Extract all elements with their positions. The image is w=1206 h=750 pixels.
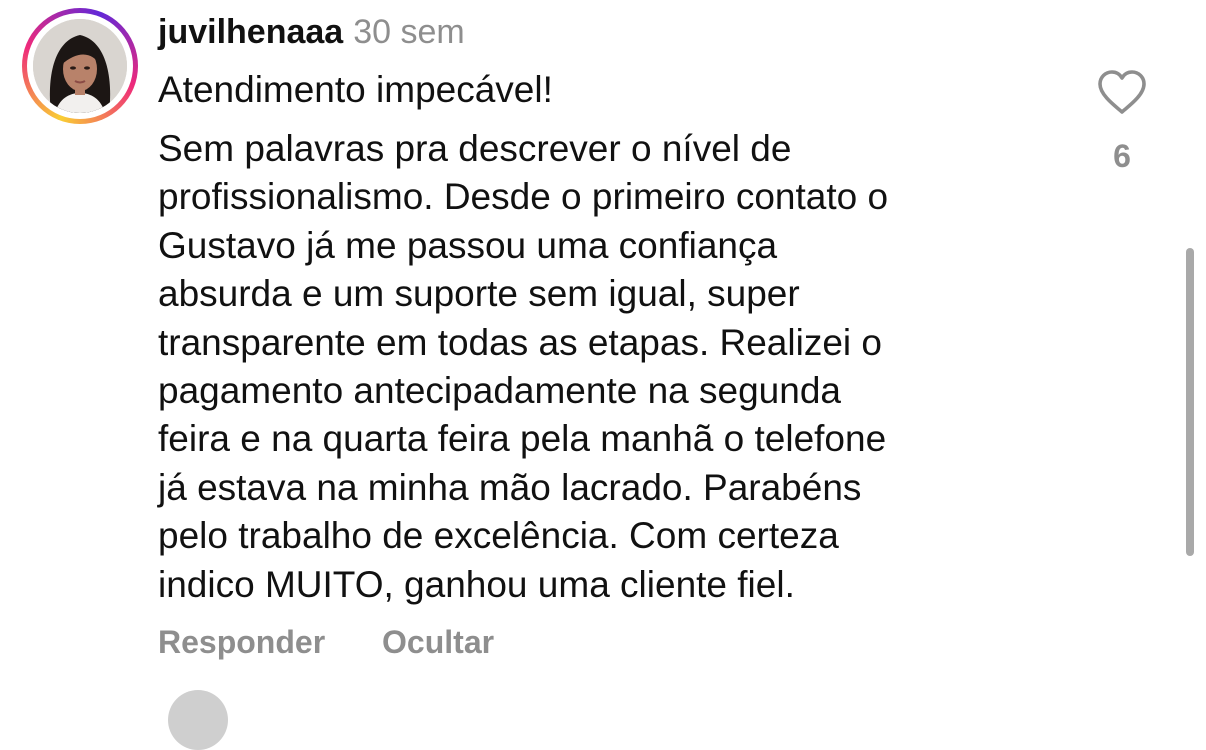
comment-item: juvilhenaaa 30 sem Atendimento impecável!… [0,0,1206,750]
comment-body-line: absurda e um suporte sem igual, super [158,273,800,315]
comment-body-line: transparente em todas as etapas. Realize… [158,321,882,363]
comment-actions: Responder Ocultar [158,622,494,662]
reply-button[interactable]: Responder [158,622,325,662]
comment-body: Sem palavras pra descrever o nível de pr… [158,125,1058,609]
like-control: 6 [1092,68,1152,176]
next-comment-avatar[interactable] [168,690,228,750]
comment-body-line: Gustavo já me passou uma confiança [158,224,778,266]
comment-body-line: pelo trabalho de excelência. Com certeza [158,515,839,557]
comment-body-line: Sem palavras pra descrever o nível de [158,128,792,169]
comment-body-line: profissionalismo. Desde o primeiro conta… [158,176,889,218]
comment-title: Atendimento impecável! [158,69,553,110]
like-count: 6 [1113,138,1131,174]
avatar-story-ring[interactable] [22,8,138,124]
comment-body-line: indico MUITO, ganhou uma cliente fiel. [158,563,795,605]
heart-outline-icon[interactable] [1096,68,1148,116]
avatar[interactable] [33,19,127,113]
avatar-photo [33,19,127,113]
scrollbar-thumb[interactable] [1186,248,1194,556]
comment-header: juvilhenaaa 30 sem [158,12,465,52]
comment-body-line: pagamento antecipadamente na segunda [158,370,841,412]
comment-body-line: feira e na quarta feira pela manhã o tel… [158,418,887,460]
comment-username[interactable]: juvilhenaaa [158,13,343,51]
comment-timestamp: 30 sem [353,13,465,51]
hide-button[interactable]: Ocultar [382,622,494,662]
comment-body-line: já estava na minha mão lacrado. Parabéns [158,466,862,508]
